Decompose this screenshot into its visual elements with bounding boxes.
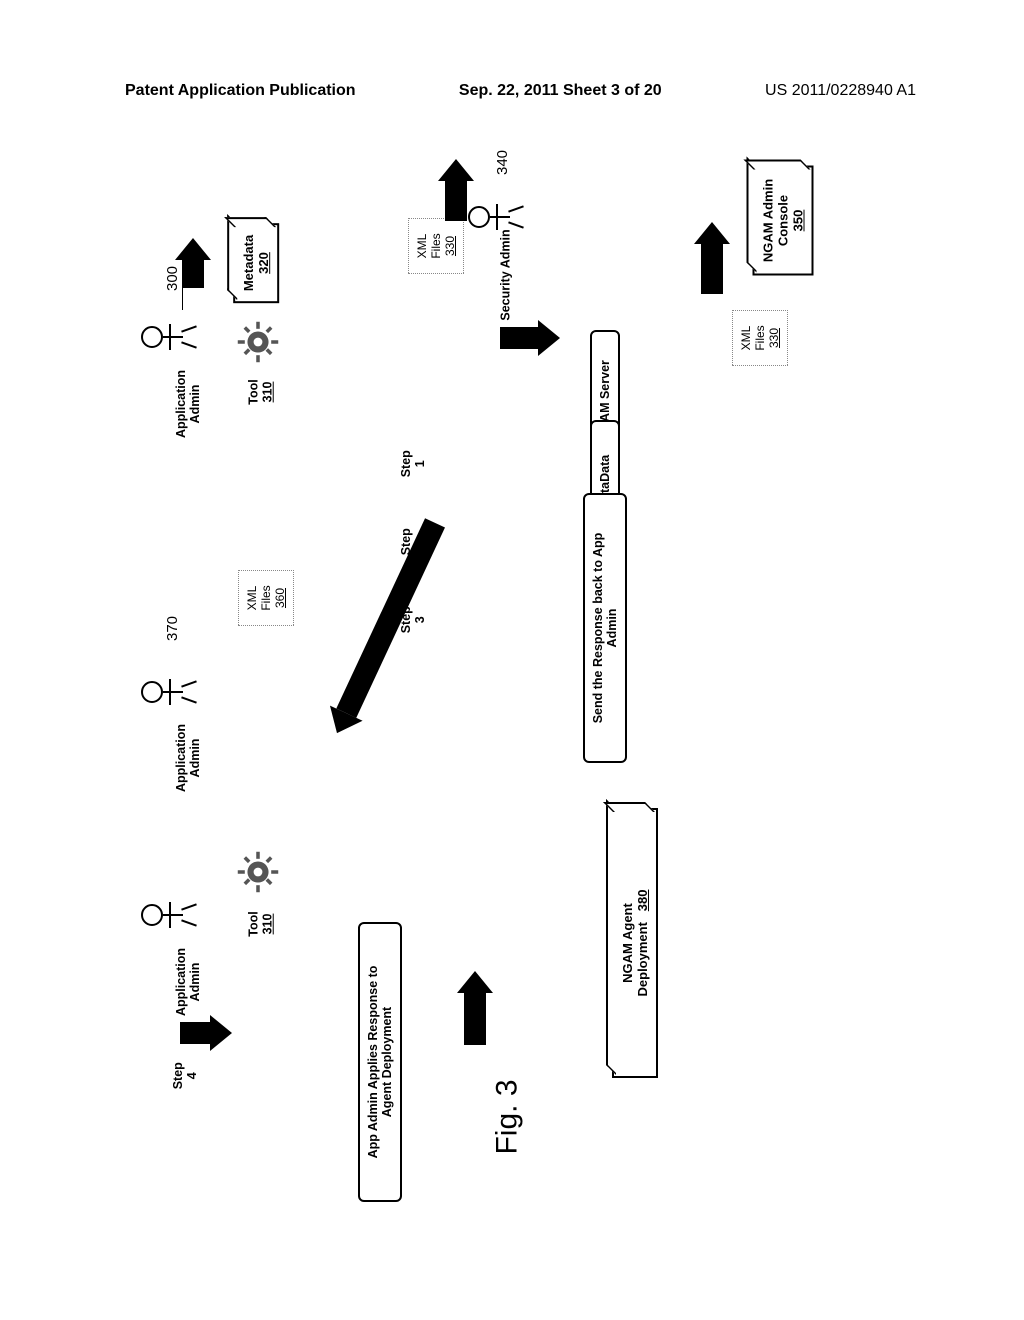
- step-4-box: App Admin Applies Response to Agent Depl…: [358, 922, 402, 1202]
- arrow-actor1-to-metadata: [175, 238, 211, 288]
- figure-label: Fig. 3: [491, 1079, 525, 1154]
- arrow-step4-to-agent: [457, 971, 493, 1045]
- ngam-agent-title: NGAM Agent Deployment: [620, 903, 650, 996]
- ref-340: 340: [494, 150, 511, 175]
- arrow-actor3-to-step4: [180, 1015, 232, 1051]
- security-admin-label: Security Admin: [499, 229, 513, 320]
- header-right: US 2011/0228940 A1: [765, 82, 916, 100]
- actor-security-admin: [468, 204, 522, 230]
- metadata-ref: 320: [256, 252, 271, 274]
- ngam-console-ref: 350: [791, 210, 806, 232]
- ngam-console-title: NGAM Admin Console: [761, 179, 791, 262]
- gear-icon-1: [236, 320, 280, 364]
- label-application-admin-1: Application Admin: [174, 364, 202, 444]
- diagram-stage: 300 Application Admin Metadata 320 Tool …: [120, 160, 920, 1160]
- label-application-admin-2: Application Admin: [174, 718, 202, 798]
- actor-application-admin-1: [141, 324, 195, 350]
- header-center: Sep. 22, 2011 Sheet 3 of 20: [459, 82, 662, 100]
- ngam-agent-ref: 380: [635, 890, 650, 912]
- label-application-admin-3: Application Admin: [174, 942, 202, 1022]
- tool-2-label: Tool 310: [247, 911, 275, 936]
- ref-370: 370: [164, 616, 181, 641]
- step-3-box: Send the Response back to App Admin: [583, 493, 627, 763]
- metadata-title: Metadata: [241, 235, 256, 291]
- xml-files-330-b: XML Files 330: [732, 310, 788, 366]
- box-metadata: Metadata 320: [233, 223, 279, 303]
- gear-icon-2: [236, 850, 280, 894]
- actor-application-admin-3: [141, 902, 195, 928]
- xml-files-330-a: XML Files 330: [408, 218, 464, 274]
- step-1-label: Step 1: [400, 450, 428, 477]
- box-ngam-agent-deployment: NGAM Agent Deployment 380: [612, 808, 658, 1078]
- header-left: Patent Application Publication: [125, 82, 356, 100]
- tool-1-label: Tool 310: [247, 379, 275, 404]
- arrow-security-to-steps: [500, 320, 560, 356]
- arrow-steps-to-console: [694, 222, 730, 294]
- actor-application-admin-2: [141, 679, 195, 705]
- arrow-step3-to-appadmin: [321, 515, 452, 740]
- page-header: Patent Application Publication Sep. 22, …: [125, 82, 916, 100]
- step-4-label: Step 4: [172, 1062, 200, 1089]
- box-ngam-admin-console: NGAM Admin Console 350: [753, 166, 814, 276]
- xml-files-360: XML Files 360: [238, 570, 294, 626]
